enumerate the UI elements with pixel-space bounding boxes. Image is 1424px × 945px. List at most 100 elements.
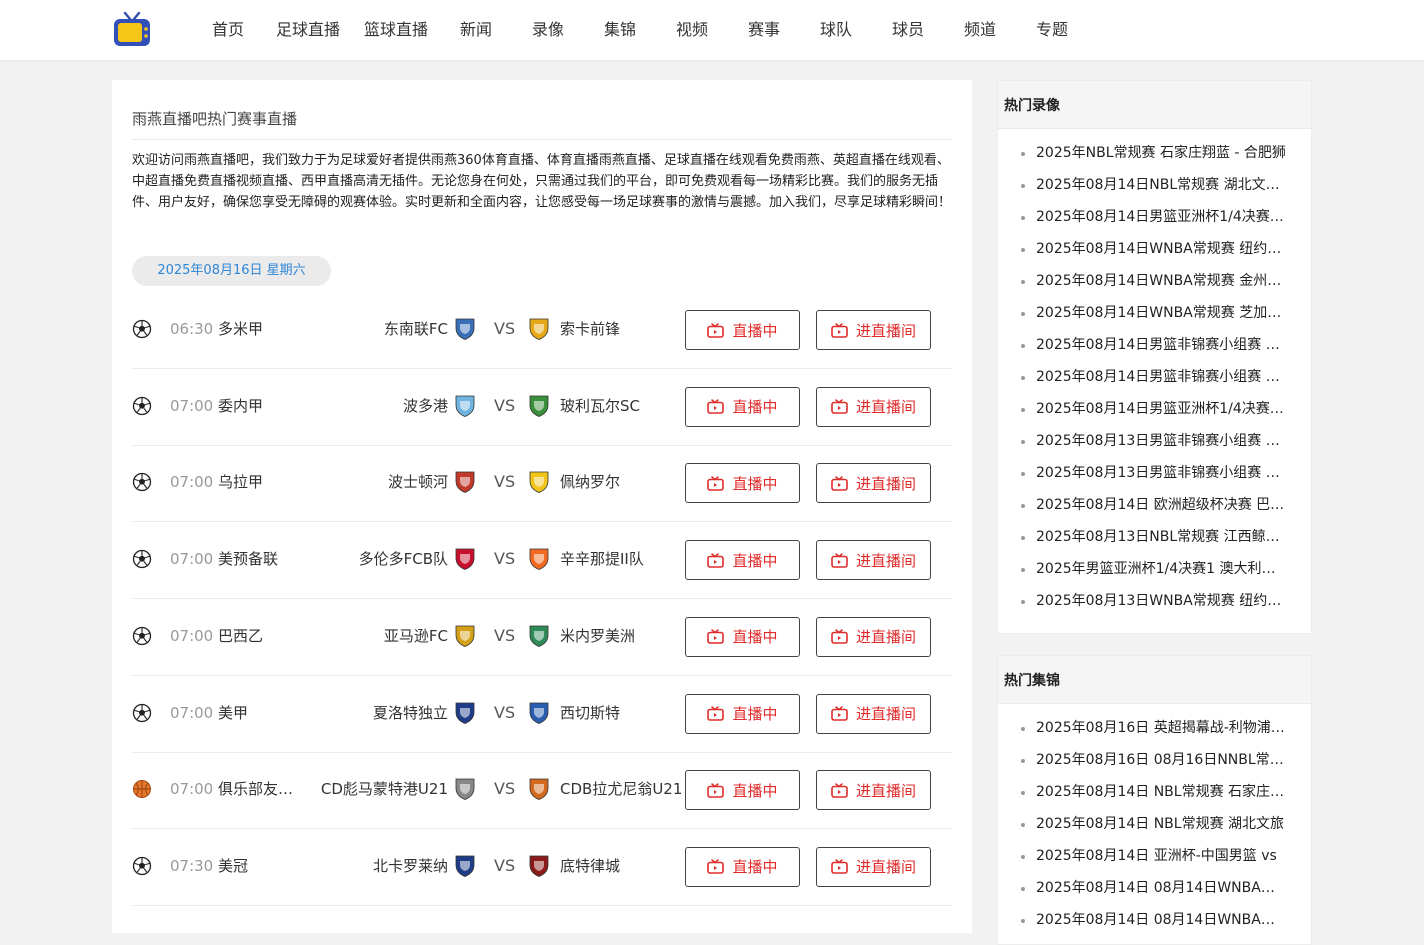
away-team-logo-icon[interactable] — [526, 776, 552, 802]
home-team-name[interactable]: 多伦多FCB队 — [312, 549, 448, 569]
home-team-logo-icon[interactable] — [452, 623, 478, 649]
away-team-logo-icon[interactable] — [526, 316, 552, 342]
away-team-logo-icon[interactable] — [526, 469, 552, 495]
home-team-name[interactable]: 北卡罗莱纳 — [312, 856, 448, 876]
replay-list-item[interactable]: 2025年08月14日NBL常规赛 湖北文旅 vs 合肥 — [998, 169, 1311, 201]
replay-list-item[interactable]: 2025年08月14日男篮亚洲杯1/4决赛 澳大利亚 — [998, 393, 1311, 425]
highlight-list-item[interactable]: 2025年08月16日 08月16日NNBL常规赛 — [998, 744, 1311, 776]
replay-list-item[interactable]: 2025年08月13日NBL常规赛 江西鲸鱼 vs — [998, 521, 1311, 553]
away-team-name[interactable]: 玻利瓦尔SC — [560, 396, 686, 416]
home-team-logo-icon[interactable] — [452, 316, 478, 342]
enter-room-button[interactable]: 进直播间 — [816, 693, 931, 734]
nav-item-topics[interactable]: 专题 — [1016, 0, 1088, 60]
nav-item-football-live[interactable]: 足球直播 — [264, 0, 352, 60]
live-now-button[interactable]: 直播中 — [685, 846, 800, 887]
highlight-list-item[interactable]: 2025年08月14日 NBL常规赛 湖北文旅 — [998, 808, 1311, 840]
highlight-list-item[interactable]: 2025年08月14日 08月14日WNBA常规赛 — [998, 904, 1311, 936]
nav-item-channels[interactable]: 频道 — [944, 0, 1016, 60]
enter-room-button[interactable]: 进直播间 — [816, 770, 931, 811]
match-league[interactable]: 巴西乙 — [218, 626, 300, 646]
home-team-logo-icon[interactable] — [452, 853, 478, 879]
away-team-name[interactable]: 佩纳罗尔 — [560, 472, 686, 492]
home-team-name[interactable]: 波多港 — [312, 396, 448, 416]
home-team-name[interactable]: 夏洛特独立 — [312, 703, 448, 723]
away-team-name[interactable]: 底特律城 — [560, 856, 686, 876]
match-league[interactable]: 乌拉甲 — [218, 472, 300, 492]
replay-list-item[interactable]: 2025年08月14日男篮非锦赛小组赛 喀麦隆 — [998, 329, 1311, 361]
live-now-button[interactable]: 直播中 — [685, 310, 800, 350]
away-team-logo-icon[interactable] — [526, 393, 552, 419]
replay-list-item[interactable]: 2025年08月14日男篮亚洲杯1/4决赛 中国 vs — [998, 201, 1311, 233]
nav-item-home[interactable]: 首页 — [192, 0, 264, 60]
match-row[interactable]: 07:00 乌拉甲 波士顿河 VS 佩纳罗尔 直播中 进直播间 — [132, 445, 952, 523]
match-row[interactable]: 07:00 委内甲 波多港 VS 玻利瓦尔SC 直播中 进直播间 — [132, 369, 952, 446]
nav-item-events[interactable]: 赛事 — [728, 0, 800, 60]
match-row[interactable]: 07:30 美冠 北卡罗莱纳 VS 底特律城 直播中 进直播间 — [132, 829, 952, 906]
away-team-name[interactable]: 西切斯特 — [560, 703, 686, 723]
match-league[interactable]: 美预备联 — [218, 549, 300, 569]
match-league[interactable]: 美冠 — [218, 856, 300, 876]
home-team-logo-icon[interactable] — [452, 393, 478, 419]
away-team-name[interactable]: 米内罗美洲 — [560, 626, 686, 646]
highlight-list-item[interactable]: 2025年08月14日 NBL常规赛 石家庄翔蓝 — [998, 776, 1311, 808]
date-badge[interactable]: 2025年08月16日 星期六 — [132, 256, 331, 286]
nav-item-teams[interactable]: 球队 — [800, 0, 872, 60]
home-team-name[interactable]: 波士顿河 — [312, 472, 448, 492]
home-team-name[interactable]: 东南联FC — [312, 319, 448, 339]
home-team-logo-icon[interactable] — [452, 469, 478, 495]
replay-list-item[interactable]: 2025年男篮亚洲杯1/4决赛1 澳大利亚 vs — [998, 553, 1311, 585]
enter-room-button[interactable]: 进直播间 — [816, 540, 931, 581]
enter-room-button[interactable]: 进直播间 — [816, 846, 931, 887]
nav-item-players[interactable]: 球员 — [872, 0, 944, 60]
nav-item-replays[interactable]: 录像 — [512, 0, 584, 60]
match-row[interactable]: 07:00 巴西乙 亚马逊FC VS 米内罗美洲 直播中 进直播间 — [132, 599, 952, 676]
home-team-name[interactable]: 亚马逊FC — [312, 626, 448, 646]
live-now-button[interactable]: 直播中 — [685, 616, 800, 657]
home-team-logo-icon[interactable] — [452, 546, 478, 572]
live-now-button[interactable]: 直播中 — [685, 463, 800, 504]
highlight-list-item[interactable]: 2025年08月16日 英超揭幕战-利物浦 4-2 — [998, 712, 1311, 744]
replay-list-item[interactable]: 2025年08月13日男篮非锦赛小组赛 尼日利亚 — [998, 457, 1311, 489]
replay-list-item[interactable]: 2025年08月13日男篮非锦赛小组赛 南苏丹 — [998, 425, 1311, 457]
match-row[interactable]: 06:30 多米甲 东南联FC VS 索卡前锋 直播中 进直播间 — [132, 292, 952, 369]
home-team-logo-icon[interactable] — [452, 776, 478, 802]
replay-list-item[interactable]: 2025年08月13日WNBA常规赛 纽约自由人 — [998, 585, 1311, 617]
enter-room-button[interactable]: 进直播间 — [816, 463, 931, 504]
away-team-logo-icon[interactable] — [526, 546, 552, 572]
enter-room-button[interactable]: 进直播间 — [816, 310, 931, 350]
replay-list-item[interactable]: 2025年08月14日WNBA常规赛 芝加哥天空 — [998, 297, 1311, 329]
away-team-name[interactable]: 索卡前锋 — [560, 319, 686, 339]
replay-list-item[interactable]: 2025年08月14日WNBA常规赛 纽约自由人 — [998, 233, 1311, 265]
nav-item-news[interactable]: 新闻 — [440, 0, 512, 60]
enter-room-button[interactable]: 进直播间 — [816, 616, 931, 657]
enter-room-button[interactable]: 进直播间 — [816, 386, 931, 427]
live-now-button[interactable]: 直播中 — [685, 386, 800, 427]
live-now-button[interactable]: 直播中 — [685, 693, 800, 734]
replay-list-item[interactable]: 2025年08月14日 欧洲超级杯决赛 巴黎圣日耳曼 — [998, 489, 1311, 521]
highlight-list-item[interactable]: 2025年08月14日 08月14日WNBA常规赛 — [998, 872, 1311, 904]
match-league[interactable]: 多米甲 — [218, 319, 300, 339]
match-league[interactable]: 俱乐部友谊赛 — [218, 779, 300, 799]
nav-item-basketball-live[interactable]: 篮球直播 — [352, 0, 440, 60]
replay-list-item[interactable]: 2025年08月14日男篮非锦赛小组赛 马里 — [998, 361, 1311, 393]
away-team-name[interactable]: 辛辛那提II队 — [560, 549, 686, 569]
live-now-button[interactable]: 直播中 — [685, 770, 800, 811]
nav-item-highlights[interactable]: 集锦 — [584, 0, 656, 60]
away-team-logo-icon[interactable] — [526, 623, 552, 649]
match-row[interactable]: 07:00 俱乐部友谊赛 CD彪马蒙特港U21 VS CDB拉尤尼翁U21 直播中 进直播间 — [132, 752, 952, 830]
replay-list-item[interactable]: 2025年NBL常规赛 石家庄翔蓝 - 合肥狮 — [998, 137, 1311, 169]
home-team-logo-icon[interactable] — [452, 700, 478, 726]
replay-list-item[interactable]: 2025年08月14日WNBA常规赛 金州女武神 — [998, 265, 1311, 297]
away-team-logo-icon[interactable] — [526, 700, 552, 726]
away-team-name[interactable]: CDB拉尤尼翁U21 — [560, 779, 686, 799]
nav-item-videos[interactable]: 视频 — [656, 0, 728, 60]
live-now-button[interactable]: 直播中 — [685, 540, 800, 581]
match-row[interactable]: 07:00 美甲 夏洛特独立 VS 西切斯特 直播中 进直播间 — [132, 676, 952, 753]
highlight-list-item[interactable]: 2025年08月14日 亚洲杯-中国男篮 vs — [998, 840, 1311, 872]
match-row[interactable]: 07:00 美预备联 多伦多FCB队 VS 辛辛那提II队 直播中 进直播间 — [132, 522, 952, 600]
tv-logo-icon[interactable] — [112, 10, 152, 50]
home-team-name[interactable]: CD彪马蒙特港U21 — [312, 779, 448, 799]
away-team-logo-icon[interactable] — [526, 853, 552, 879]
match-league[interactable]: 美甲 — [218, 703, 300, 723]
match-league[interactable]: 委内甲 — [218, 396, 300, 416]
